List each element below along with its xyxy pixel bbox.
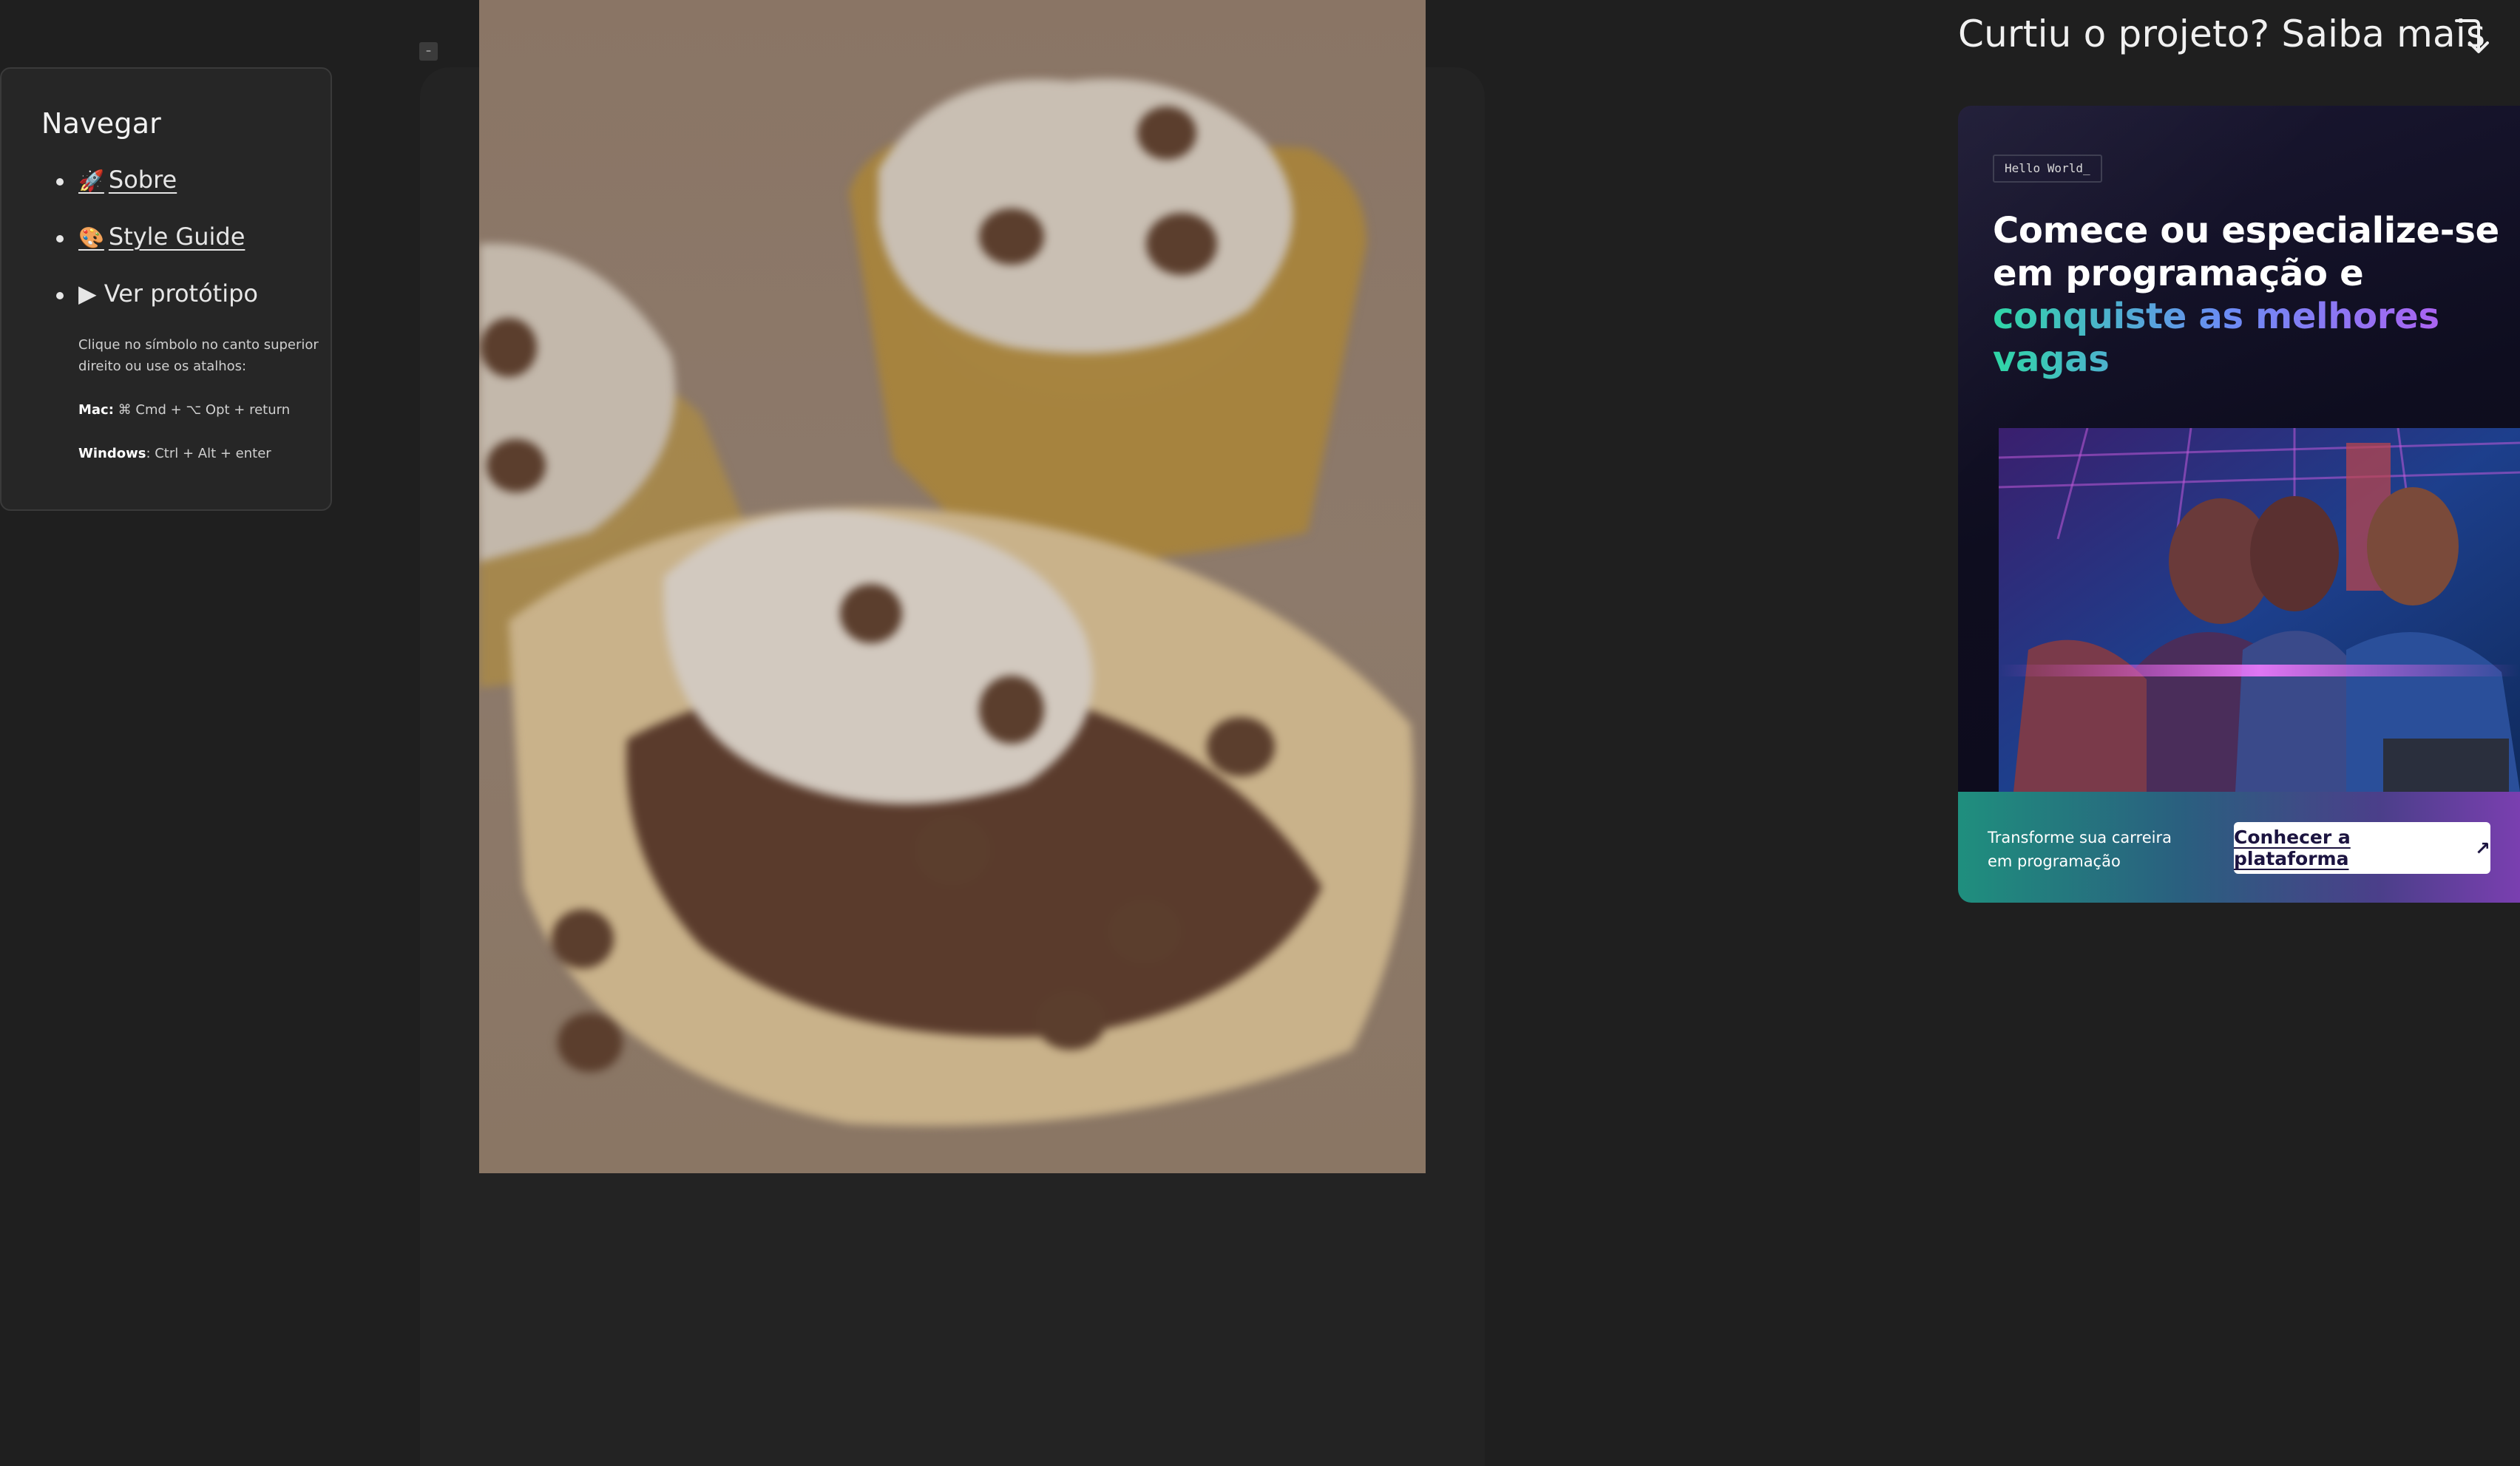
play-icon: ▶ xyxy=(78,279,97,308)
cupcake-illustration xyxy=(479,78,1414,1126)
nav-title: Navegar xyxy=(41,107,162,140)
palette-icon: 🎨 xyxy=(78,225,104,250)
mac-label: Mac: xyxy=(78,402,114,418)
cupcake-photo xyxy=(479,0,1426,1173)
windows-shortcut: Windows: Ctrl + Alt + enter xyxy=(78,443,322,464)
headline-highlight: conquiste as melhores vagas xyxy=(1993,295,2510,381)
footer-text: Transforme sua carreira em programação xyxy=(1988,829,2172,870)
headline-line-1: Comece ou especialize-se xyxy=(1993,210,2499,251)
collapse-toggle-button[interactable]: – xyxy=(419,42,438,61)
promo-footer: Transforme sua carreira em programação C… xyxy=(1958,792,2520,903)
promo-card: Hello World_ Comece ou especialize-se em… xyxy=(1958,106,2520,903)
hello-world-badge: Hello World_ xyxy=(1993,155,2102,183)
cta-label: Conhecer a plataforma xyxy=(2234,827,2351,869)
mac-keys: ⌘ Cmd + ⌥ Opt + return xyxy=(113,402,291,418)
nav-item-style-guide: 🎨 Style Guide xyxy=(41,222,331,253)
style-guide-link[interactable]: 🎨 Style Guide xyxy=(78,223,245,251)
sobre-label: Sobre xyxy=(108,166,177,194)
prototype-label: Ver protótipo xyxy=(104,279,258,308)
students-illustration xyxy=(1999,428,2520,792)
shortcut-help: Clique no símbolo no canto superior dire… xyxy=(78,334,322,464)
nav-list: 🚀 Sobre 🎨 Style Guide ▶ Ver protótipo xyxy=(41,165,331,308)
conhecer-plataforma-button[interactable]: Conhecer a plataforma ↗ xyxy=(2234,822,2490,874)
windows-keys: : Ctrl + Alt + enter xyxy=(146,446,271,461)
promo-header: Curtiu o projeto? Saiba mais xyxy=(1958,13,2486,55)
nav-item-sobre: 🚀 Sobre xyxy=(41,165,331,196)
nav-item-prototype: ▶ Ver protótipo xyxy=(41,279,331,308)
headline-line-2: em programação e xyxy=(1993,253,2364,294)
navigation-panel: Navegar 🚀 Sobre 🎨 Style Guide ▶ Ver protót… xyxy=(0,67,332,511)
rocket-icon: 🚀 xyxy=(78,169,104,193)
students-photo xyxy=(1999,428,2520,792)
arrow-down-right-icon xyxy=(2455,19,2489,53)
windows-label: Windows xyxy=(78,446,146,461)
promo-headline: Comece ou especialize-se em programação … xyxy=(1993,209,2510,381)
external-link-icon: ↗ xyxy=(2475,837,2490,859)
sobre-link[interactable]: 🚀 Sobre xyxy=(78,166,177,194)
style-guide-label: Style Guide xyxy=(108,223,245,251)
shortcut-hint: Clique no símbolo no canto superior dire… xyxy=(78,337,319,374)
mac-shortcut: Mac: ⌘ Cmd + ⌥ Opt + return xyxy=(78,399,322,421)
